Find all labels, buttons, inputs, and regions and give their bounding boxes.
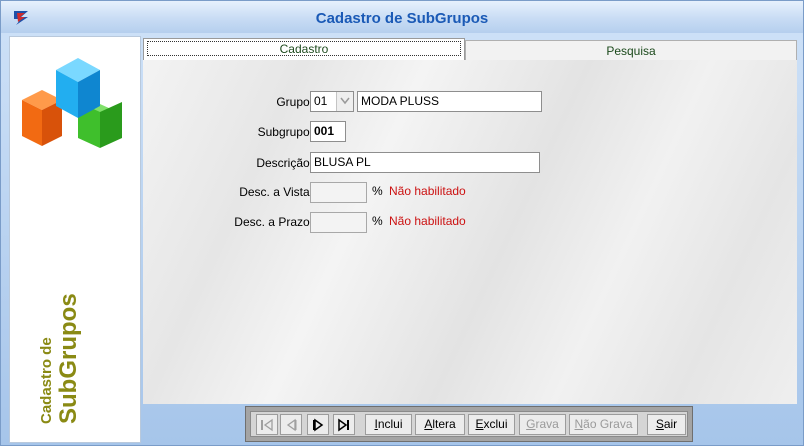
last-record-button[interactable] bbox=[333, 414, 355, 435]
first-record-button[interactable] bbox=[256, 414, 278, 435]
grupo-name-field[interactable]: MODA PLUSS bbox=[357, 91, 542, 112]
subgrupo-field[interactable]: 001 bbox=[310, 121, 346, 142]
inclui-label: nclui bbox=[377, 417, 403, 431]
tab-focus-rect bbox=[147, 41, 461, 56]
exclui-label: xclui bbox=[483, 417, 508, 431]
grupo-code: 01 bbox=[314, 94, 328, 108]
desc-prazo-status: Não habilitado bbox=[389, 214, 466, 228]
tab-pesquisa-label: Pesquisa bbox=[606, 44, 656, 58]
next-record-button[interactable] bbox=[307, 414, 329, 435]
cubes-logo-icon bbox=[22, 58, 122, 148]
altera-button[interactable]: Altera bbox=[415, 414, 465, 435]
previous-record-icon bbox=[286, 418, 297, 432]
exclui-button[interactable]: Exclui bbox=[468, 414, 515, 435]
side-panel: Cadastro de SubGrupos bbox=[9, 36, 141, 443]
side-title-line1: Cadastro de bbox=[38, 337, 55, 424]
navigation-toolbar: Inclui Altera Exclui Grava Não Grava Sai… bbox=[245, 406, 693, 442]
window-title: Cadastro de SubGrupos bbox=[315, 10, 489, 27]
grava-accel: G bbox=[526, 417, 536, 431]
desc-vista-field[interactable] bbox=[310, 182, 367, 203]
desc-vista-label: Desc. a Vista: bbox=[239, 185, 313, 199]
inclui-button[interactable]: Inclui bbox=[365, 414, 412, 435]
desc-prazo-percent: % bbox=[372, 214, 383, 228]
tab-strip: Cadastro Pesquisa bbox=[143, 38, 797, 60]
side-title-line2: SubGrupos bbox=[55, 293, 82, 424]
grupo-dropdown-button[interactable] bbox=[336, 92, 353, 111]
sair-button[interactable]: Sair bbox=[647, 414, 686, 435]
grupo-select[interactable]: 01 bbox=[310, 91, 354, 112]
desc-prazo-label: Desc. a Prazo: bbox=[234, 215, 313, 229]
main-window: Cadastro de SubGrupos Cadastro de SubGru… bbox=[0, 0, 804, 446]
form-panel: Grupo: 01 MODA PLUSS Subgrupo: 001 Descr… bbox=[143, 60, 797, 404]
desc-vista-status: Não habilitado bbox=[389, 184, 466, 198]
tab-pesquisa[interactable]: Pesquisa bbox=[465, 40, 797, 60]
toolbar-inner: Inclui Altera Exclui Grava Não Grava Sai… bbox=[250, 411, 688, 437]
desc-prazo-field[interactable] bbox=[310, 212, 367, 233]
previous-record-button[interactable] bbox=[280, 414, 302, 435]
subgrupo-label: Subgrupo: bbox=[257, 125, 313, 139]
sair-accel: S bbox=[655, 417, 664, 431]
last-record-icon bbox=[338, 418, 349, 432]
sair-label: air bbox=[663, 417, 678, 431]
altera-label: ltera bbox=[432, 417, 456, 431]
nao-grava-accel: N bbox=[574, 417, 584, 431]
chevron-down-icon bbox=[340, 97, 350, 105]
grava-label: rava bbox=[535, 417, 559, 431]
descricao-label: Descrição: bbox=[256, 156, 313, 170]
nao-grava-label: ão Grava bbox=[583, 417, 633, 431]
tab-cadastro[interactable]: Cadastro bbox=[143, 38, 465, 60]
descricao-field[interactable]: BLUSA PL bbox=[310, 152, 540, 173]
first-record-icon bbox=[261, 418, 273, 432]
grava-button[interactable]: Grava bbox=[519, 414, 566, 435]
side-title: Cadastro de SubGrupos bbox=[38, 293, 83, 424]
title-bar[interactable]: Cadastro de SubGrupos bbox=[1, 1, 803, 33]
nao-grava-button[interactable]: Não Grava bbox=[569, 414, 638, 435]
exclui-accel: E bbox=[475, 417, 484, 431]
next-record-icon bbox=[313, 418, 324, 432]
desc-vista-percent: % bbox=[372, 184, 383, 198]
grupo-label: Grupo: bbox=[276, 95, 313, 109]
